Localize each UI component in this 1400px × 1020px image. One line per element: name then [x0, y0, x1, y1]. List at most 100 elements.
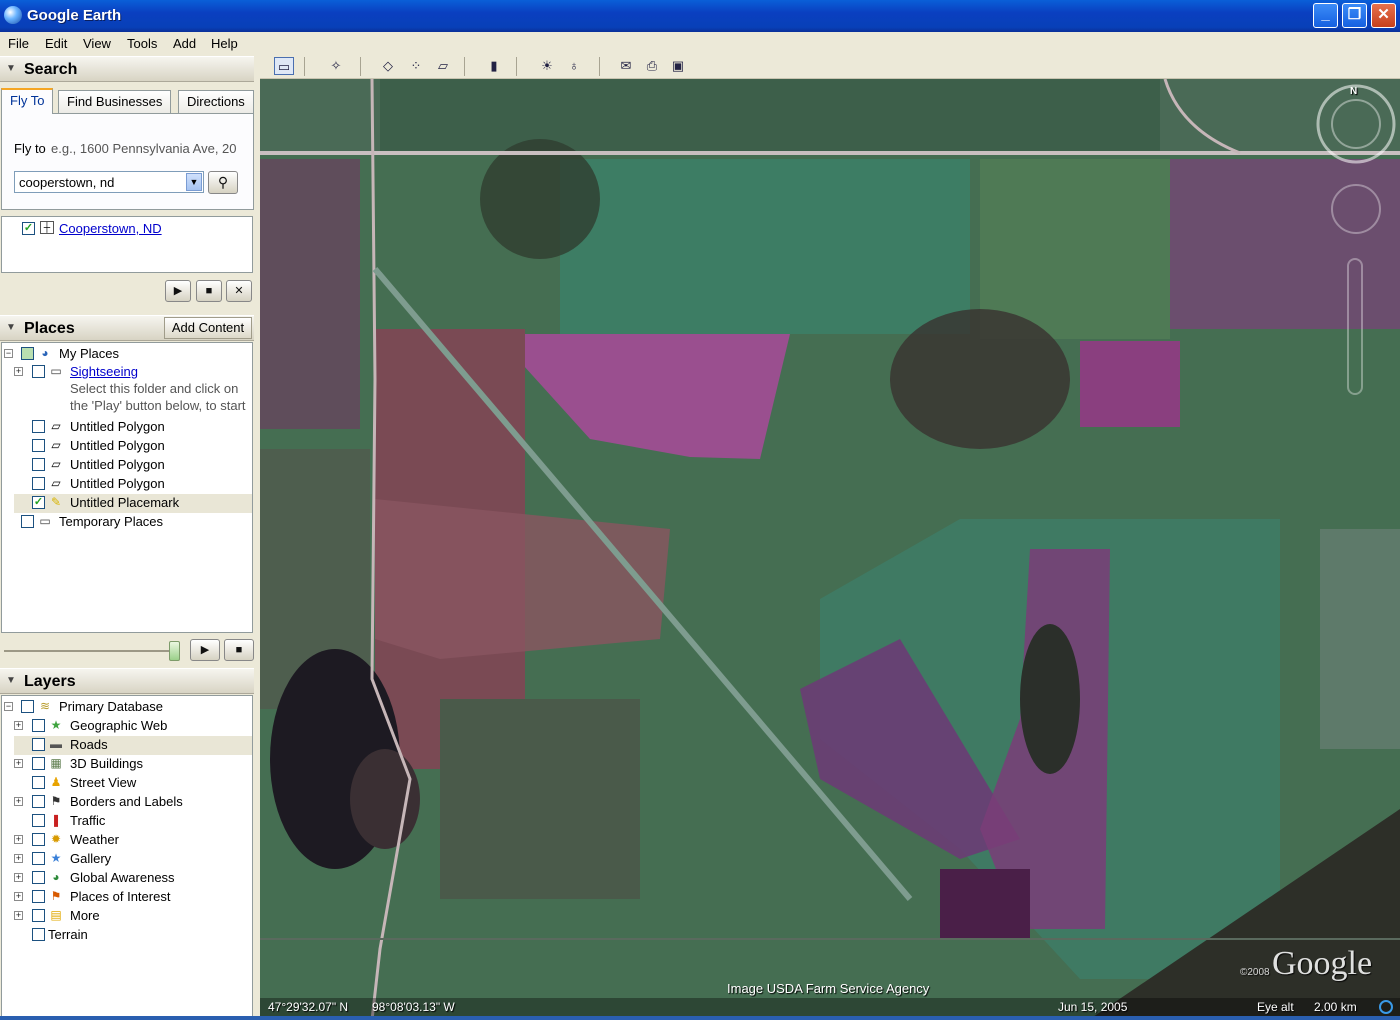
clear-results-button[interactable]: ✕ [226, 280, 252, 302]
placemark-checkbox[interactable]: ✓ [32, 496, 45, 509]
layer-checkbox[interactable] [32, 928, 45, 941]
layer-checkbox[interactable] [32, 871, 45, 884]
tab-directions[interactable]: Directions [178, 90, 254, 113]
email-icon[interactable]: ✉ [616, 57, 636, 75]
polygon-checkbox[interactable] [32, 458, 45, 471]
menu-edit[interactable]: Edit [45, 36, 67, 51]
expand-toggle[interactable]: + [14, 759, 23, 768]
tab-find-businesses[interactable]: Find Businesses [58, 90, 172, 113]
result-checkbox[interactable]: ✓ [22, 222, 35, 235]
tree-item-sightseeing[interactable]: + ▭ Sightseeing [14, 363, 250, 382]
navigation-compass[interactable] [1310, 79, 1400, 169]
tour-speed-slider-thumb[interactable] [169, 641, 180, 661]
map-view[interactable]: N ©2008 Google Image USDA Farm Service A… [260, 79, 1400, 1020]
tree-item-polygon[interactable]: ▱ Untitled Polygon [14, 475, 250, 494]
polygon-checkbox[interactable] [32, 439, 45, 452]
layer-checkbox[interactable] [32, 776, 45, 789]
expand-toggle[interactable]: + [14, 835, 23, 844]
layer-checkbox[interactable] [32, 719, 45, 732]
expand-toggle[interactable]: + [14, 367, 23, 376]
placemark-add-icon[interactable]: ✧ [326, 57, 346, 75]
places-panel-header[interactable]: ▼ Places Add Content [0, 315, 254, 341]
tree-item-temporary-places[interactable]: ▭ Temporary Places [4, 513, 250, 532]
expand-toggle[interactable]: + [14, 721, 23, 730]
menu-add[interactable]: Add [173, 36, 196, 51]
layer-street-view[interactable]: ♟ Street View [14, 774, 250, 793]
stop-tour-button[interactable]: ■ [196, 280, 222, 302]
my-places-checkbox[interactable] [21, 347, 34, 360]
temporary-places-checkbox[interactable] [21, 515, 34, 528]
layer-global-awareness[interactable]: + ◕ Global Awareness [14, 869, 250, 888]
view-in-maps-icon[interactable]: ▣ [668, 57, 688, 75]
sightseeing-checkbox[interactable] [32, 365, 45, 378]
planet-icon[interactable]: ♁ [564, 57, 584, 75]
tour-speed-slider-track[interactable] [4, 650, 178, 652]
layer-checkbox[interactable] [21, 700, 34, 713]
tab-fly-to[interactable]: Fly To [1, 88, 54, 114]
collapse-toggle[interactable]: − [4, 349, 13, 358]
tree-item-polygon[interactable]: ▱ Untitled Polygon [14, 456, 250, 475]
print-icon[interactable]: ⎙ [642, 57, 662, 75]
path-add-icon[interactable]: ⁘ [406, 57, 426, 75]
layer-primary-database[interactable]: − ≋ Primary Database [4, 698, 250, 717]
tree-item-polygon[interactable]: ▱ Untitled Polygon [14, 418, 250, 437]
tree-item-polygon[interactable]: ▱ Untitled Polygon [14, 437, 250, 456]
layer-checkbox[interactable] [32, 909, 45, 922]
tree-item-my-places[interactable]: − ◕ My Places [4, 345, 250, 364]
expand-toggle[interactable]: + [14, 873, 23, 882]
menu-file[interactable]: File [8, 36, 29, 51]
expand-toggle[interactable]: + [14, 911, 23, 920]
menu-view[interactable]: View [83, 36, 111, 51]
zoom-slider[interactable] [1345, 257, 1365, 397]
layer-checkbox[interactable] [32, 852, 45, 865]
collapse-toggle[interactable]: − [4, 702, 13, 711]
menu-tools[interactable]: Tools [127, 36, 157, 51]
search-header-label: Search [24, 61, 78, 78]
expand-toggle[interactable]: + [14, 797, 23, 806]
polygon-checkbox[interactable] [32, 420, 45, 433]
menu-help[interactable]: Help [211, 36, 238, 51]
layer-checkbox[interactable] [32, 890, 45, 903]
layer-checkbox[interactable] [32, 795, 45, 808]
sightseeing-link[interactable]: Sightseeing [70, 364, 138, 379]
play-tour-button[interactable]: ▶ [190, 639, 220, 661]
polygon-checkbox[interactable] [32, 477, 45, 490]
look-joystick[interactable] [1330, 184, 1382, 236]
sunlight-icon[interactable]: ☀ [537, 57, 557, 75]
layer-gallery[interactable]: + ★ Gallery [14, 850, 250, 869]
layer-borders-and-labels[interactable]: + ⚑ Borders and Labels [14, 793, 250, 812]
layer-roads[interactable]: ▬ Roads [14, 736, 252, 755]
search-result-item[interactable]: ✓ ┼ Cooperstown, ND [6, 220, 246, 239]
stop-tour-button[interactable]: ■ [224, 639, 254, 661]
minimize-button[interactable]: _ [1313, 3, 1338, 28]
layer-geographic-web[interactable]: + ★ Geographic Web [14, 717, 250, 736]
layer-checkbox[interactable] [32, 833, 45, 846]
layers-panel-header[interactable]: ▼ Layers [0, 668, 254, 694]
layer-traffic[interactable]: ❚ Traffic [14, 812, 250, 831]
result-link-cooperstown[interactable]: Cooperstown, ND [59, 221, 162, 236]
layer-places-of-interest[interactable]: + ⚑ Places of Interest [14, 888, 250, 907]
layer-checkbox[interactable] [32, 757, 45, 770]
polygon-add-icon[interactable]: ◇ [378, 57, 398, 75]
ruler-icon[interactable]: ▮ [484, 57, 504, 75]
dropdown-arrow-icon[interactable]: ▼ [186, 173, 202, 191]
expand-toggle[interactable]: + [14, 854, 23, 863]
image-overlay-icon[interactable]: ▱ [433, 57, 453, 75]
add-content-button[interactable]: Add Content [164, 317, 252, 339]
layer-terrain[interactable]: Terrain [14, 926, 250, 945]
expand-toggle[interactable]: + [14, 892, 23, 901]
tree-item-placemark[interactable]: ✓ ✎ Untitled Placemark [14, 494, 252, 513]
play-tour-button[interactable]: ▶ [165, 280, 191, 302]
layer-checkbox[interactable] [32, 814, 45, 827]
search-panel-header[interactable]: ▼ Search [0, 56, 254, 82]
maximize-button[interactable]: ❐ [1342, 3, 1367, 28]
layer-3d-buildings[interactable]: + ▦ 3D Buildings [14, 755, 250, 774]
search-button[interactable]: ⚲ [208, 171, 238, 194]
layer-more[interactable]: + ▤ More [14, 907, 250, 926]
layer-checkbox[interactable] [32, 738, 45, 751]
close-button[interactable]: ✕ [1371, 3, 1396, 28]
sidebar-toggle-icon[interactable]: ▭ [274, 57, 294, 75]
layer-weather[interactable]: + ✹ Weather [14, 831, 250, 850]
imagery-date: Jun 15, 2005 [1058, 1000, 1128, 1014]
search-input[interactable]: cooperstown, nd ▼ [14, 171, 204, 193]
